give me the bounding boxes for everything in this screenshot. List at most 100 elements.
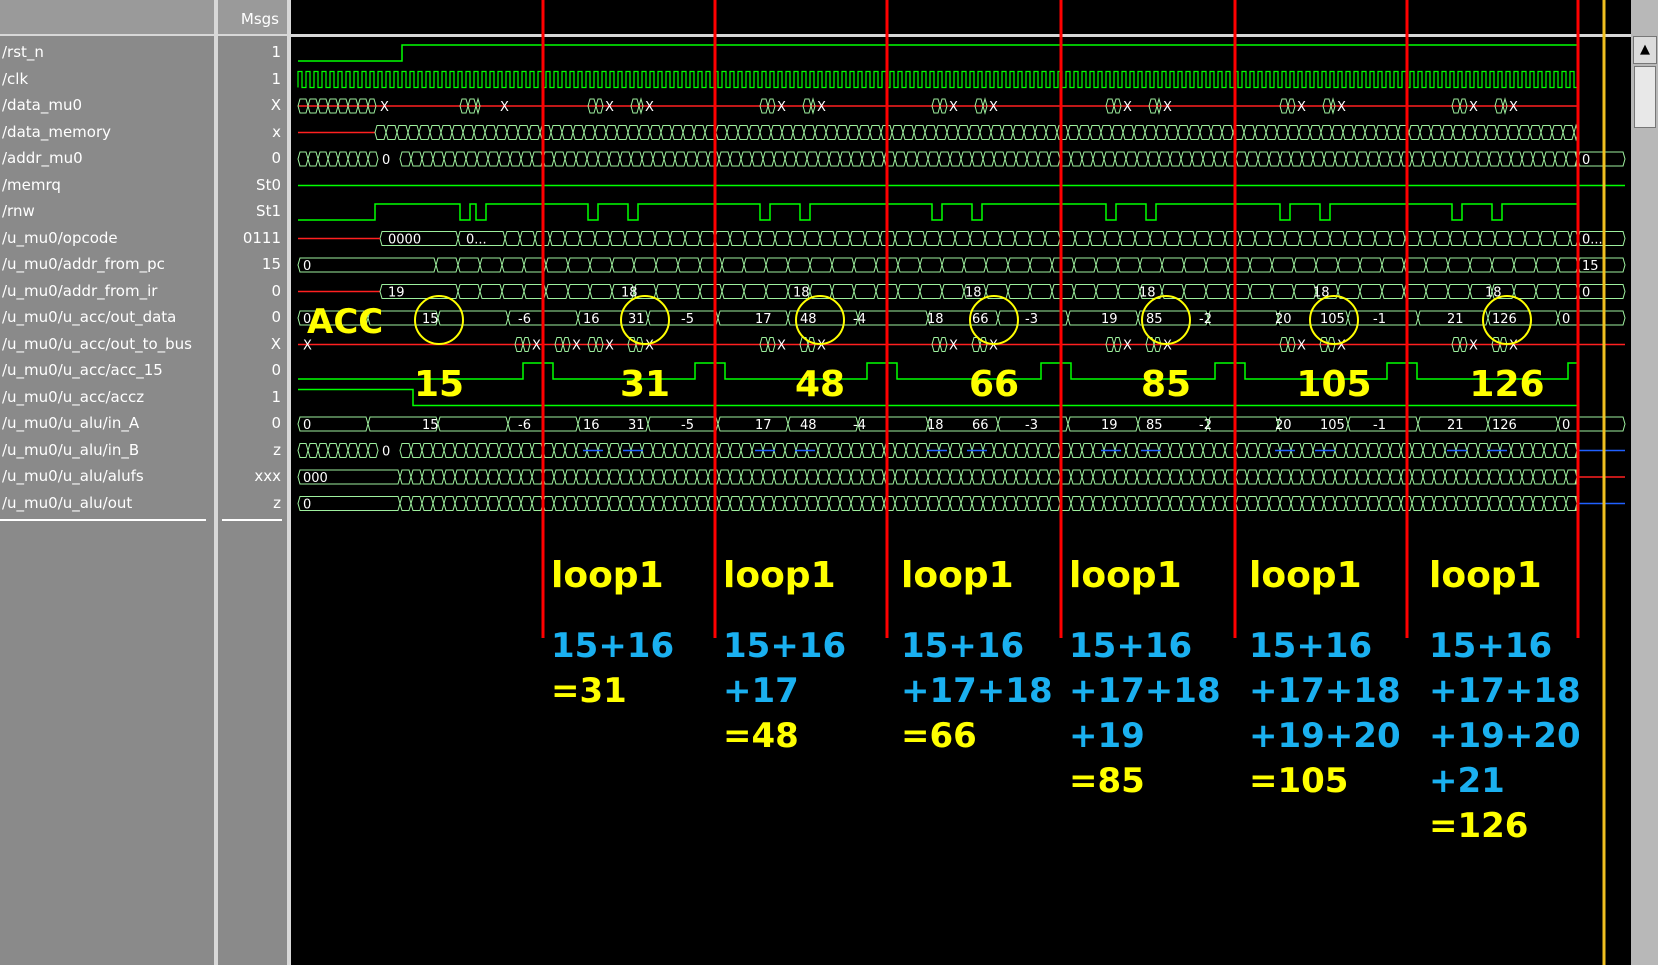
digital-trace [298, 203, 1578, 221]
bus-trace [297, 416, 1626, 432]
bus-trace [399, 151, 1580, 167]
out-to-bus-x-label: X [989, 339, 998, 354]
out-data-label: 66 [972, 312, 989, 327]
signal-name[interactable]: /u_mu0/opcode [2, 229, 118, 247]
signal-name[interactable]: /u_mu0/u_acc/out_to_bus [2, 335, 192, 353]
loop-label: loop1 [901, 555, 1014, 596]
signal-name[interactable]: /u_mu0/u_acc/out_data [2, 308, 176, 326]
addr-from-ir-end-label: 0 [1582, 286, 1590, 301]
alu-out-label: 0 [303, 498, 311, 513]
signal-name[interactable]: /memrq [2, 176, 61, 194]
data-mu0-x-label: X [1337, 100, 1346, 115]
out-to-bus-x-label: X [1297, 339, 1306, 354]
addr-from-ir-label: 19 [388, 286, 405, 301]
signal-value: X [270, 96, 281, 114]
msgs-pane: Msgs 1 1 Xx 0 St0 St1 0111 15 0 0 X 0 1 0 z xxx z [218, 0, 287, 965]
loop-label: loop1 [551, 555, 664, 596]
in-a-label: 16 [583, 418, 600, 433]
msgs-header: Msgs [218, 0, 287, 36]
signal-name[interactable]: /rst_n [2, 43, 44, 61]
waveform-canvas[interactable]: X X X X X X X X X X X XX X0 00000 0... 0...0 1519 18 18 18 1… [291, 0, 1631, 965]
out-data-label: 126 [1492, 312, 1517, 327]
sum-expression: 15+16 [551, 626, 674, 666]
names-underline [0, 519, 206, 521]
in-a-label: 105 [1320, 418, 1345, 433]
sum-expression: 15+16 [723, 626, 846, 666]
addr-from-pc-end-label: 15 [1582, 259, 1599, 274]
sum-expression: +17+18 [1429, 671, 1581, 711]
signal-value: z [273, 440, 281, 459]
signal-name[interactable]: /rnw [2, 202, 35, 220]
signal-value: X [270, 334, 281, 353]
out-to-bus-x-label: X [532, 339, 541, 354]
signal-name[interactable]: /u_mu0/addr_from_pc [2, 255, 165, 273]
signal-name[interactable]: /u_mu0/u_alu/out [2, 494, 132, 512]
data-mu0-x-label: X [1509, 100, 1518, 115]
data-mu0-x-label: X [380, 100, 389, 115]
bus-trace [399, 496, 1580, 511]
acc-value-annotation: 85 [1141, 364, 1191, 405]
scroll-up-arrow-icon[interactable]: ▲ [1633, 36, 1657, 64]
addr-mu0-end-label: 0 [1582, 153, 1590, 168]
scroll-thumb[interactable] [1634, 66, 1656, 128]
in-a-label: 31 [628, 418, 645, 433]
acc-annotation: ACC [307, 302, 383, 342]
out-data-label: 15 [422, 312, 439, 327]
in-a-end-label: 0 [1562, 418, 1570, 433]
out-data-label: -6 [518, 312, 531, 327]
signal-value: xxx [254, 467, 281, 485]
bus-trace [374, 123, 1579, 142]
acc-value-annotation: 66 [969, 364, 1019, 405]
signal-value: 0 [271, 414, 281, 432]
sum-expression: 15+16 [901, 626, 1024, 666]
waveform-pane[interactable]: X X X X X X X X X X X X X X 0 0 0000 0... 0... 0 15 19 18 18 18 1… [291, 0, 1631, 965]
signal-name[interactable]: /data_memory [2, 123, 111, 141]
digital-trace [298, 388, 1578, 407]
sum-expression: 15+16 [1429, 626, 1552, 666]
in-a-label: -2 [1199, 418, 1212, 433]
out-to-bus-x-label: X [645, 339, 654, 354]
out-to-bus-x-label: X [777, 339, 786, 354]
opcode-label: 0000 [388, 233, 421, 248]
addr-from-ir-label: 18 [965, 286, 982, 301]
signal-names-pane: /rst_n/clk/data_mu0/data_memory/addr_mu0… [0, 0, 214, 965]
out-data-label: 21 [1447, 312, 1464, 327]
signal-name[interactable]: /addr_mu0 [2, 149, 83, 167]
in-a-label: 0 [303, 418, 311, 433]
vertical-scrollbar[interactable]: ▲ [1631, 0, 1658, 965]
signal-name[interactable]: /u_mu0/u_alu/in_A [2, 414, 139, 432]
out-data-label: -3 [1025, 312, 1038, 327]
signal-name[interactable]: /u_mu0/u_alu/alufs [2, 467, 144, 485]
loop-label: loop1 [1069, 555, 1182, 596]
out-to-bus-x-label: X [949, 339, 958, 354]
signal-name[interactable]: /data_mu0 [2, 96, 82, 114]
data-mu0-x-label: X [949, 100, 958, 115]
loop-label: loop1 [723, 555, 836, 596]
sum-result: =31 [551, 671, 627, 711]
sum-result: =48 [723, 716, 799, 756]
out-data-label: -2 [1199, 312, 1212, 327]
signal-name[interactable]: /u_mu0/u_acc/accz [2, 388, 144, 406]
digital-trace [298, 362, 1578, 380]
signal-value: 15 [261, 255, 281, 273]
acc-value-annotation: 48 [795, 364, 845, 405]
out-to-bus-x-label: X [817, 339, 826, 354]
out-data-label: 85 [1146, 312, 1163, 327]
data-mu0-x-label: X [1469, 100, 1478, 115]
digital-trace [298, 44, 1578, 62]
msgs-column-label: Msgs [240, 10, 279, 28]
signal-name[interactable]: /u_mu0/u_alu/in_B [2, 441, 139, 459]
sum-expression: 15+16 [1069, 626, 1192, 666]
addr-mu0-label: 0 [382, 153, 390, 168]
acc-value-annotation: 126 [1469, 364, 1544, 405]
signal-name[interactable]: /clk [2, 70, 28, 88]
out-data-label: 16 [583, 312, 600, 327]
clk-trace [297, 70, 1578, 89]
signal-value: 0 [271, 149, 281, 167]
in-a-label: 85 [1146, 418, 1163, 433]
out-data-end-label: 0 [1562, 312, 1570, 327]
acc-value-annotation: 105 [1296, 364, 1371, 405]
signal-name[interactable]: /u_mu0/u_acc/acc_15 [2, 361, 163, 379]
signal-name[interactable]: /u_mu0/addr_from_ir [2, 282, 157, 300]
in-a-label: 21 [1447, 418, 1464, 433]
